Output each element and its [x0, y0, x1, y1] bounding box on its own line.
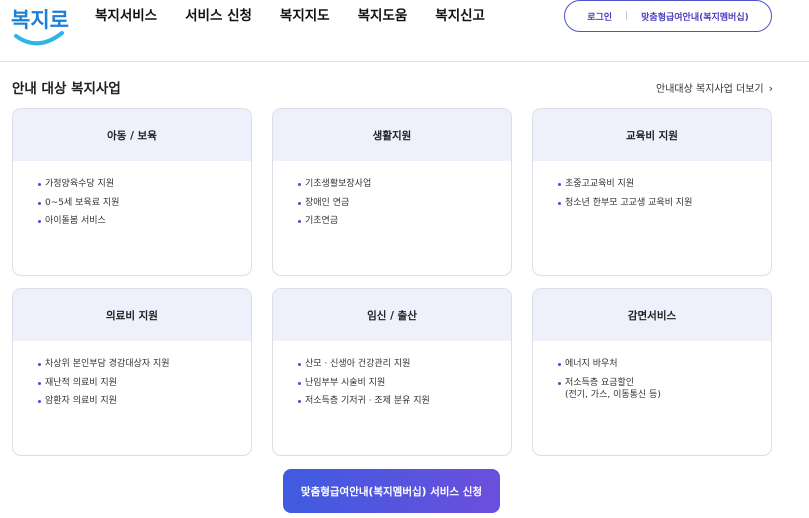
membership-link[interactable]: 맞춤형급여안내(복지멤버십) [641, 10, 749, 23]
list-item[interactable]: 초중고교육비 지원 [558, 178, 771, 190]
card-living-support[interactable]: 생활지원 기초생활보장사업 장애인 연금 기초연금 [272, 108, 512, 276]
card-medical-support[interactable]: 의료비 지원 차상위 본인부담 경감대상자 지원 재난적 의료비 지원 암환자 … [12, 288, 252, 456]
card-title: 의료비 지원 [13, 289, 251, 341]
card-title: 감면서비스 [533, 289, 771, 341]
card-title: 생활지원 [273, 109, 511, 161]
more-link[interactable]: 안내대상 복지사업 더보기 › [656, 80, 773, 95]
nav-item-welfare-report[interactable]: 복지신고 [435, 6, 485, 26]
nav-item-welfare-help[interactable]: 복지도움 [358, 6, 408, 26]
list-item[interactable]: 기초생활보장사업 [298, 178, 511, 190]
list-item[interactable]: 아이돌봄 서비스 [38, 215, 251, 227]
card-discount-services[interactable]: 감면서비스 에너지 바우처 저소득층 요금할인 (전기, 가스, 이동통신 등) [532, 288, 772, 456]
main-nav: 복지서비스 서비스 신청 복지지도 복지도움 복지신고 [95, 6, 485, 26]
logo-graphic: 복지로 [11, 8, 69, 46]
more-link-label: 안내대상 복지사업 더보기 [656, 84, 764, 95]
card-list: 초중고교육비 지원 청소년 한부모 고교생 교육비 지원 [533, 161, 771, 209]
site-logo[interactable]: 복지로 [10, 0, 70, 52]
section-title: 안내 대상 복지사업 [12, 81, 121, 97]
util-menu: 로그인 | 맞춤형급여안내(복지멤버십) [564, 0, 772, 32]
list-item[interactable]: 저소득층 요금할인 (전기, 가스, 이동통신 등) [558, 377, 771, 401]
util-separator: | [625, 11, 629, 21]
list-item[interactable]: 산모 · 신생아 건강관리 지원 [298, 358, 511, 370]
logo-text: 복지로 [11, 8, 69, 32]
card-child-care[interactable]: 아동 / 보육 가정양육수당 지원 0~5세 보육료 지원 아이돌봄 서비스 [12, 108, 252, 276]
list-item[interactable]: 암환자 의료비 지원 [38, 395, 251, 407]
card-pregnancy-birth[interactable]: 임신 / 출산 산모 · 신생아 건강관리 지원 난임부부 시술비 지원 저소득… [272, 288, 512, 456]
nav-item-service-apply[interactable]: 서비스 신청 [185, 6, 252, 26]
card-list: 차상위 본인부담 경감대상자 지원 재난적 의료비 지원 암환자 의료비 지원 [13, 341, 251, 407]
card-list: 가정양육수당 지원 0~5세 보육료 지원 아이돌봄 서비스 [13, 161, 251, 227]
card-list: 기초생활보장사업 장애인 연금 기초연금 [273, 161, 511, 227]
card-title: 아동 / 보육 [13, 109, 251, 161]
nav-item-welfare-services[interactable]: 복지서비스 [95, 6, 157, 26]
list-item[interactable]: 차상위 본인부담 경감대상자 지원 [38, 358, 251, 370]
list-item[interactable]: 0~5세 보육료 지원 [38, 197, 251, 209]
card-title: 임신 / 출산 [273, 289, 511, 341]
site-header: 복지로 복지서비스 서비스 신청 복지지도 복지도움 복지신고 로그인 | 맞춤… [0, 0, 809, 62]
list-item[interactable]: 재난적 의료비 지원 [38, 377, 251, 389]
chevron-right-icon: › [768, 82, 773, 95]
card-list: 산모 · 신생아 건강관리 지원 난임부부 시술비 지원 저소득층 기저귀 · … [273, 341, 511, 407]
list-item[interactable]: 에너지 바우처 [558, 358, 771, 370]
card-education-support[interactable]: 교육비 지원 초중고교육비 지원 청소년 한부모 고교생 교육비 지원 [532, 108, 772, 276]
login-link[interactable]: 로그인 [587, 10, 612, 23]
list-item[interactable]: 저소득층 기저귀 · 조제 분유 지원 [298, 395, 511, 407]
nav-item-welfare-map[interactable]: 복지지도 [280, 6, 330, 26]
list-item[interactable]: 장애인 연금 [298, 197, 511, 209]
list-item[interactable]: 기초연금 [298, 215, 511, 227]
list-item[interactable]: 가정양육수당 지원 [38, 178, 251, 190]
card-list: 에너지 바우처 저소득층 요금할인 (전기, 가스, 이동통신 등) [533, 341, 771, 401]
logo-smile-icon [14, 31, 64, 46]
list-item[interactable]: 청소년 한부모 고교생 교육비 지원 [558, 197, 771, 209]
card-title: 교육비 지원 [533, 109, 771, 161]
list-item[interactable]: 난임부부 시술비 지원 [298, 377, 511, 389]
membership-apply-button[interactable]: 맞춤형급여안내(복지멤버십) 서비스 신청 [283, 469, 500, 513]
